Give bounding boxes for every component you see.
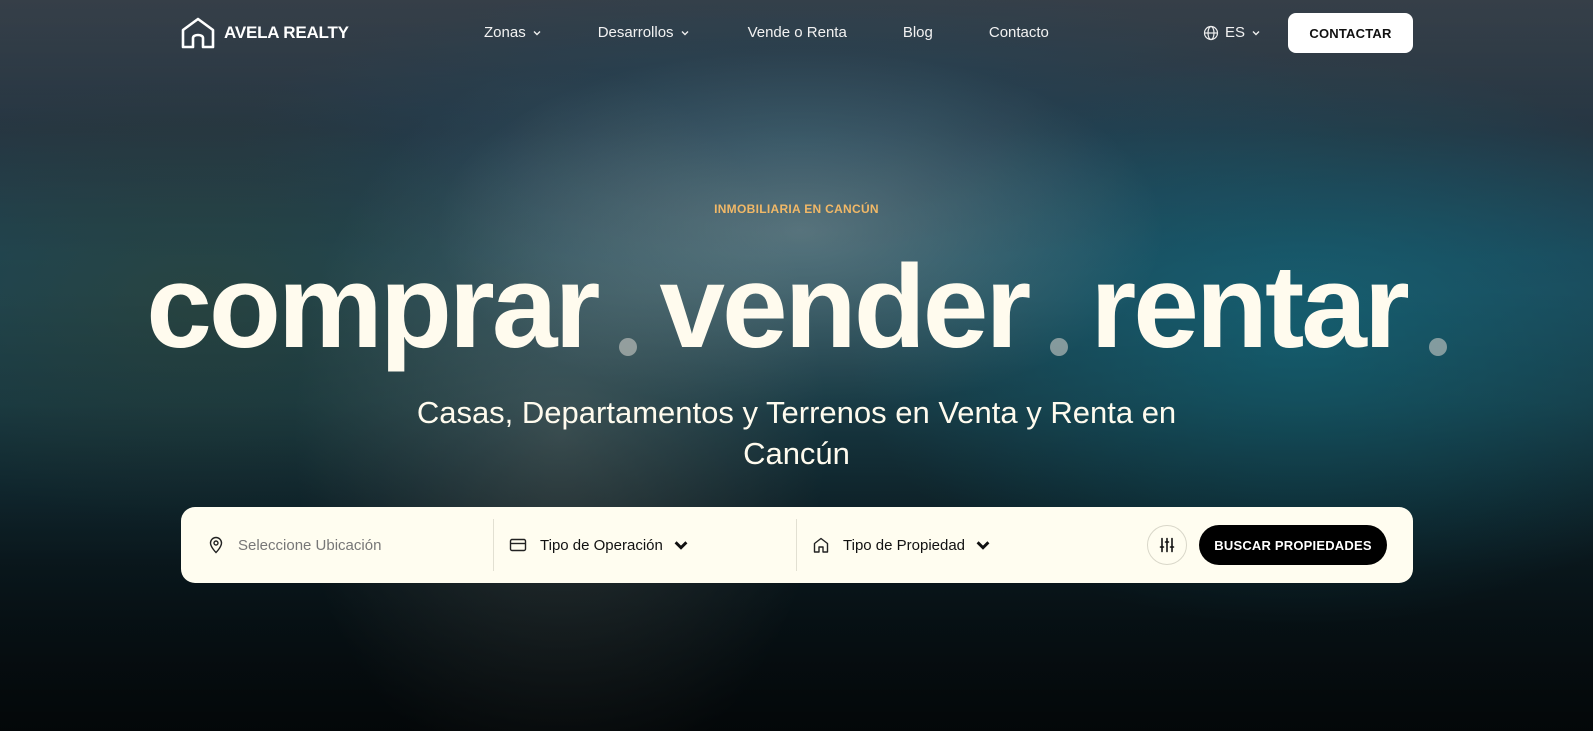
home-icon <box>813 537 829 553</box>
hero-subtitle: Casas, Departamentos y Terrenos en Venta… <box>0 392 1593 474</box>
nav-item-blog[interactable]: Blog <box>903 24 933 41</box>
headline-word-rentar: rentar <box>1090 241 1409 373</box>
main-menu: Zonas Desarrollos Vende o Renta Blog Con… <box>484 24 1049 41</box>
nav-item-label: Blog <box>902 24 933 41</box>
language-code: ES <box>1225 24 1246 41</box>
separator-dot <box>1428 338 1447 356</box>
nav-item-desarrollos[interactable]: Desarrollos <box>598 24 690 41</box>
map-pin-icon <box>209 536 223 554</box>
property-type-label: Tipo de Propiedad <box>843 536 966 554</box>
chevron-down-icon <box>1252 30 1260 35</box>
field-divider <box>796 519 797 571</box>
property-type-dropdown[interactable]: Tipo de Propiedad <box>812 507 992 583</box>
contact-button[interactable]: CONTACTAR <box>1288 13 1413 53</box>
separator-dot <box>1050 338 1069 356</box>
top-navigation: AVELA REALTY Zonas Desarrollos Vende o R… <box>0 0 1593 66</box>
subtitle-line-2: Cancún <box>743 436 850 471</box>
sliders-icon <box>1159 537 1175 553</box>
nav-item-label: Zonas <box>484 24 526 41</box>
search-properties-button[interactable]: BUSCAR PROPIEDADES <box>1199 525 1387 565</box>
nav-item-zonas[interactable]: Zonas <box>484 24 542 41</box>
credit-card-icon <box>509 538 527 552</box>
operation-type-dropdown[interactable]: Tipo de Operación <box>509 507 690 583</box>
advanced-filters-button[interactable] <box>1147 525 1187 565</box>
nav-item-label: Contacto <box>988 24 1049 41</box>
operation-type-label: Tipo de Operación <box>540 536 663 554</box>
property-search-bar: Tipo de Operación Tipo de Propiedad BUSC… <box>181 507 1413 583</box>
chevron-down-icon <box>533 30 541 35</box>
headline-word-comprar: comprar <box>146 241 600 373</box>
nav-item-label: Desarrollos <box>597 24 674 41</box>
brand-logo[interactable]: AVELA REALTY <box>180 16 349 50</box>
nav-item-vende-o-renta[interactable]: Vende o Renta <box>748 24 847 41</box>
hero-headline: comprar vender rentar <box>0 248 1593 366</box>
house-outline-icon <box>181 17 215 49</box>
globe-icon <box>1203 25 1219 40</box>
nav-item-contacto[interactable]: Contacto <box>989 24 1049 41</box>
location-field[interactable] <box>207 507 487 583</box>
subtitle-line-1: Casas, Departamentos y Terrenos en Venta… <box>416 395 1177 430</box>
chevron-down-icon <box>674 541 688 550</box>
nav-item-label: Vende o Renta <box>747 24 847 41</box>
separator-dot <box>619 338 638 356</box>
field-divider <box>493 519 494 571</box>
chevron-down-icon <box>976 541 990 550</box>
chevron-down-icon <box>681 30 689 35</box>
hero-eyebrow: INMOBILIARIA EN CANCÚN <box>714 202 879 216</box>
headline-word-vender: vender <box>659 241 1031 373</box>
location-input[interactable] <box>238 536 468 554</box>
brand-name: AVELA REALTY <box>224 23 349 42</box>
language-selector[interactable]: ES <box>1203 24 1261 41</box>
